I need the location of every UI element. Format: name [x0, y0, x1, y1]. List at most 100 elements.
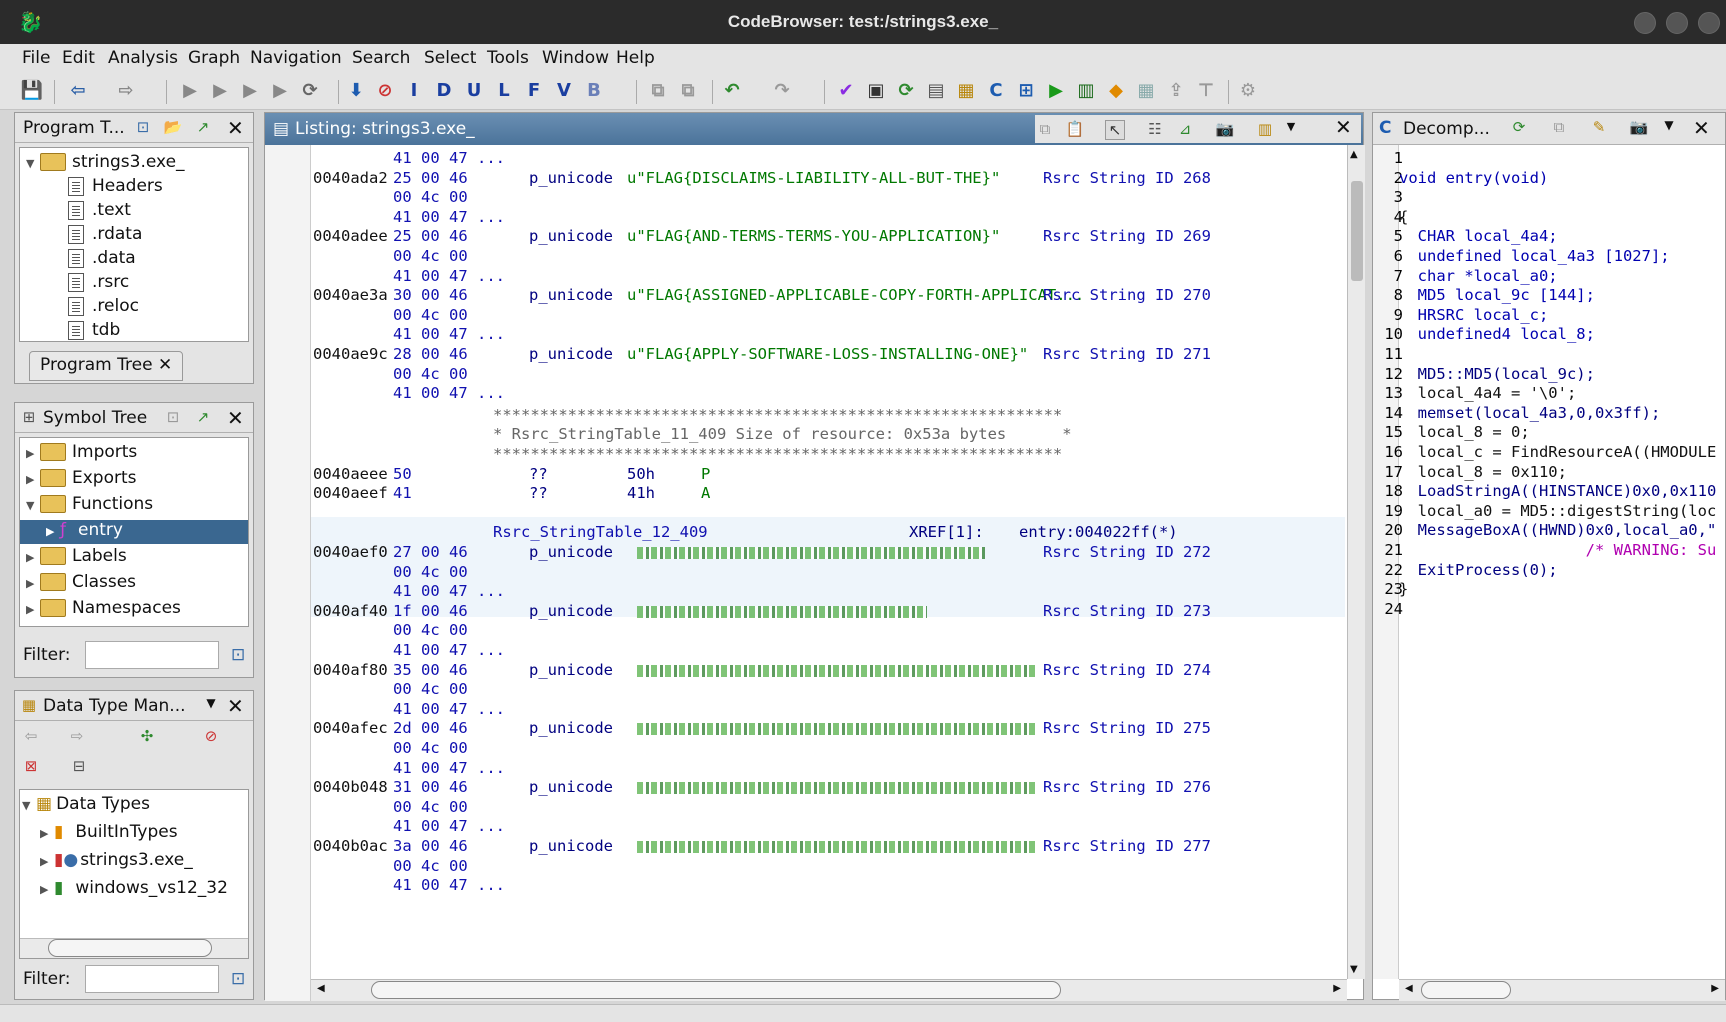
listing-bytes[interactable]: 28 00 46: [393, 345, 468, 363]
minimize-button[interactable]: [1634, 12, 1656, 34]
listing-bytes[interactable]: 35 00 46: [393, 661, 468, 679]
listing-value[interactable]: 50h: [627, 465, 655, 483]
decompiled-line[interactable]: void entry(void): [1399, 169, 1548, 187]
run-script-icon[interactable]: ▶: [1044, 79, 1068, 103]
redo-icon[interactable]: ↷: [770, 79, 794, 103]
dtm-builtin[interactable]: ▶ ▮ BuiltInTypes: [40, 822, 178, 846]
listing-bytes[interactable]: 27 00 46: [393, 543, 468, 561]
listing-bytes[interactable]: 00 4c 00: [393, 365, 468, 383]
listing-string-value[interactable]: u"FLAG{APPLY-SOFTWARE-LOSS-INSTALLING-ON…: [627, 345, 1028, 363]
scroll-left-icon[interactable]: ◀: [1405, 983, 1413, 994]
collapse-icon[interactable]: ⊟: [69, 757, 89, 777]
listing-string-value[interactable]: u"FLAG{DISCLAIMS-LIABILITY-ALL-BUT-THE}": [627, 169, 1000, 187]
data-types-icon[interactable]: ▦: [954, 79, 978, 103]
menu-select[interactable]: Select: [424, 48, 476, 68]
split-icon[interactable]: ⧉: [676, 79, 700, 103]
listing-comment[interactable]: Rsrc String ID 268: [1043, 169, 1211, 187]
listing-mnemonic[interactable]: p_unicode: [529, 169, 613, 187]
tab-program-tree[interactable]: Program Tree ✕: [29, 351, 184, 381]
cursor-icon[interactable]: ↖: [1105, 120, 1125, 140]
bookmark-icon[interactable]: ◆: [1104, 79, 1128, 103]
decompiled-line[interactable]: memset(local_4a3,0,0x3ff);: [1399, 404, 1661, 422]
listing-bytes[interactable]: 25 00 46: [393, 169, 468, 187]
scroll-right-icon[interactable]: ▶: [1333, 983, 1341, 994]
nav-next-instruction-icon[interactable]: ▶: [178, 79, 202, 103]
listing-bytes[interactable]: 41: [393, 484, 412, 502]
decompiled-line[interactable]: undefined4 local_8;: [1399, 325, 1595, 343]
scroll-left-icon[interactable]: ◀: [317, 983, 325, 994]
tree-item-rsrc[interactable]: .rsrc: [68, 272, 129, 296]
listing-mnemonic[interactable]: p_unicode: [529, 227, 613, 245]
decompiled-line[interactable]: local_8 = 0;: [1399, 423, 1530, 441]
check-icon[interactable]: ✔: [834, 79, 858, 103]
nav-next-label-icon[interactable]: ▶: [268, 79, 292, 103]
listing-bytes[interactable]: 50: [393, 465, 412, 483]
listing-bytes[interactable]: 41 00 47 ...: [393, 700, 505, 718]
snapshot-icon[interactable]: 📷: [1215, 120, 1235, 140]
toolbar-letter-f[interactable]: F: [522, 79, 546, 103]
listing-address[interactable]: 0040adee: [313, 227, 388, 245]
tree-item-headers[interactable]: Headers: [68, 176, 163, 200]
decompiled-line[interactable]: LoadStringA((HINSTANCE)0x0,0x110: [1399, 482, 1717, 500]
decompiled-line[interactable]: local_4a4 = '\0';: [1399, 384, 1577, 402]
decompiled-line[interactable]: {: [1399, 208, 1408, 226]
menu-navigation[interactable]: Navigation: [250, 48, 342, 68]
decompiled-line[interactable]: [1399, 345, 1418, 363]
listing-bytes[interactable]: 00 4c 00: [393, 621, 468, 639]
dtm-horizontal-scrollbar[interactable]: [20, 938, 248, 958]
listing-bytes[interactable]: 3a 00 46: [393, 837, 468, 855]
dtm-root[interactable]: ▼ ▦ Data Types: [22, 794, 150, 818]
layout-icon[interactable]: ▥: [1255, 120, 1275, 140]
menu-dropdown-icon[interactable]: ▼: [1659, 118, 1679, 138]
listing-plate-comment[interactable]: * Rsrc_StringTable_11_409 Size of resour…: [493, 425, 1072, 443]
go-to-icon[interactable]: ↗: [193, 118, 213, 138]
listing-char[interactable]: P: [701, 465, 710, 483]
listing-address[interactable]: 0040aef0: [313, 543, 388, 561]
listing-address[interactable]: 0040b048: [313, 778, 388, 796]
back-icon[interactable]: ⇦: [21, 727, 41, 747]
symbol-namespaces[interactable]: ▶ Namespaces: [26, 598, 181, 622]
decompiled-line[interactable]: undefined local_4a3 [1027];: [1399, 247, 1670, 265]
listing-bytes[interactable]: 00 4c 00: [393, 857, 468, 875]
close-listing-button[interactable]: ✕: [1335, 115, 1352, 139]
listing-plate-border[interactable]: ****************************************…: [493, 445, 1062, 463]
listing-mnemonic[interactable]: p_unicode: [529, 286, 613, 304]
copy-icon[interactable]: ⧉: [1035, 120, 1055, 140]
close-program-tree-button[interactable]: ✕: [227, 116, 244, 140]
maximize-button[interactable]: [1666, 12, 1688, 34]
scroll-up-icon[interactable]: ▲: [1350, 149, 1358, 160]
copy-icon[interactable]: ⧉: [1549, 118, 1569, 138]
listing-string-value[interactable]: u"FLAG{AND-TERMS-TERMS-YOU-APPLICATION}": [627, 227, 1000, 245]
toolbar-letter-l[interactable]: L: [492, 79, 516, 103]
decompile-icon[interactable]: C: [984, 79, 1008, 103]
listing-bytes[interactable]: 41 00 47 ...: [393, 876, 505, 894]
listing-mnemonic[interactable]: p_unicode: [529, 661, 613, 679]
close-window-button[interactable]: [1698, 12, 1720, 34]
listing-bytes[interactable]: 41 00 47 ...: [393, 267, 505, 285]
bytes-icon[interactable]: ▣: [864, 79, 888, 103]
memory-map-icon[interactable]: ▤: [924, 79, 948, 103]
listing-mnemonic[interactable]: p_unicode: [529, 602, 613, 620]
filter-options-icon[interactable]: ⊡: [231, 645, 245, 665]
go-to-icon[interactable]: ↗: [193, 408, 213, 428]
decompiled-line[interactable]: char *local_a0;: [1399, 267, 1558, 285]
decompiled-line[interactable]: MD5 local_9c [144];: [1399, 286, 1595, 304]
listing-bytes[interactable]: 2d 00 46: [393, 719, 468, 737]
edit-signature-icon[interactable]: ✎: [1589, 118, 1609, 138]
symbol-exports[interactable]: ▶ Exports: [26, 468, 137, 492]
decompiled-line[interactable]: MessageBoxA((HWND)0x0,local_a0,": [1399, 521, 1717, 539]
listing-xref-target[interactable]: entry:004022ff(*): [1019, 523, 1178, 541]
folder-icon[interactable]: 📂: [163, 118, 183, 138]
listing-address[interactable]: 0040b0ac: [313, 837, 388, 855]
nav-next-data-icon[interactable]: ▶: [208, 79, 232, 103]
listing-mnemonic[interactable]: p_unicode: [529, 543, 613, 561]
table-icon[interactable]: ▦: [1134, 79, 1158, 103]
tree-options-icon[interactable]: ✣: [137, 727, 157, 747]
symbol-entry[interactable]: ▶ ƒ entry: [20, 520, 248, 544]
listing-comment[interactable]: Rsrc String ID 270: [1043, 286, 1211, 304]
listing-address[interactable]: 0040ae9c: [313, 345, 388, 363]
tree-item-rdata[interactable]: .rdata: [68, 224, 142, 248]
debug-icon[interactable]: ⚙: [1236, 79, 1260, 103]
menu-analysis[interactable]: Analysis: [108, 48, 178, 68]
menu-tools[interactable]: Tools: [487, 48, 529, 68]
